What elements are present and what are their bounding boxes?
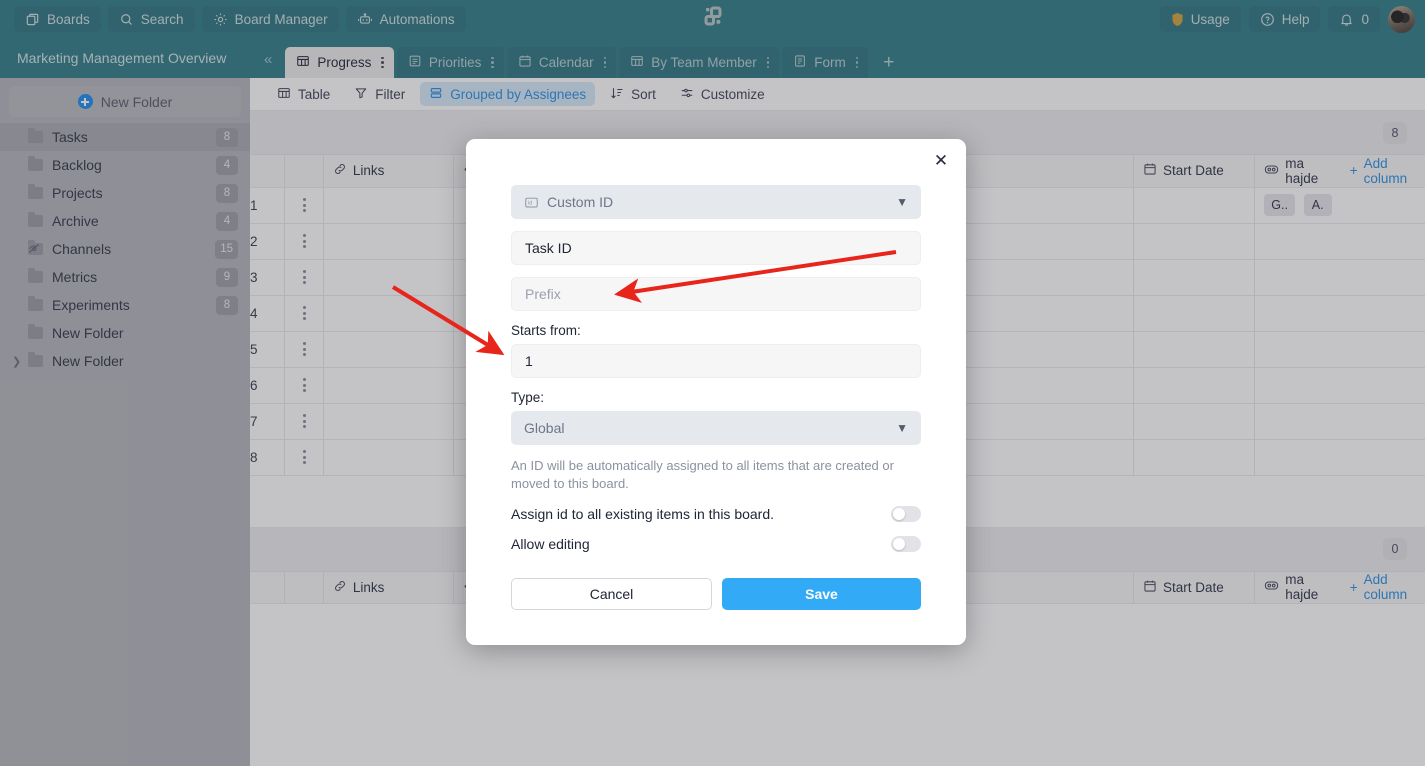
assign-existing-toggle-row[interactable]: Assign id to all existing items in this … [511, 506, 921, 523]
allow-editing-toggle-row[interactable]: Allow editing [511, 536, 921, 553]
column-name-value: Task ID [525, 240, 572, 256]
scope-value: Global [524, 420, 565, 436]
svg-text:id: id [528, 200, 532, 206]
assign-existing-toggle[interactable] [891, 506, 921, 523]
help-text: An ID will be automatically assigned to … [511, 458, 894, 491]
save-button[interactable]: Save [722, 578, 921, 611]
allow-editing-toggle[interactable] [891, 536, 921, 553]
scope-select[interactable]: Global ▼ [511, 411, 921, 445]
chevron-down-icon: ▼ [896, 195, 908, 209]
column-type-select[interactable]: id Custom ID ▼ [511, 185, 921, 219]
prefix-input[interactable]: Prefix [511, 277, 921, 311]
starts-from-label: Starts from: [511, 323, 581, 338]
column-type-value: Custom ID [547, 194, 614, 210]
cancel-button[interactable]: Cancel [511, 578, 712, 611]
dialog-button-row: Cancel Save [511, 578, 921, 611]
allow-editing-label: Allow editing [511, 536, 590, 553]
prefix-placeholder: Prefix [525, 286, 561, 302]
starts-from-value: 1 [525, 353, 533, 369]
starts-from-input[interactable]: 1 [511, 344, 921, 378]
custom-id-settings-dialog: ✕ id Custom ID ▼ Task ID Prefix Starts f… [466, 139, 966, 645]
id-icon: id [524, 195, 539, 210]
column-name-input[interactable]: Task ID [511, 231, 921, 265]
dialog-body: id Custom ID ▼ Task ID Prefix Starts fro… [466, 139, 966, 611]
assign-existing-label: Assign id to all existing items in this … [511, 506, 775, 523]
close-icon[interactable]: ✕ [928, 147, 954, 173]
chevron-down-icon: ▼ [896, 421, 908, 435]
type-label: Type: [511, 390, 545, 405]
app-root: Boards Search Board Manager Automations … [0, 0, 1425, 766]
